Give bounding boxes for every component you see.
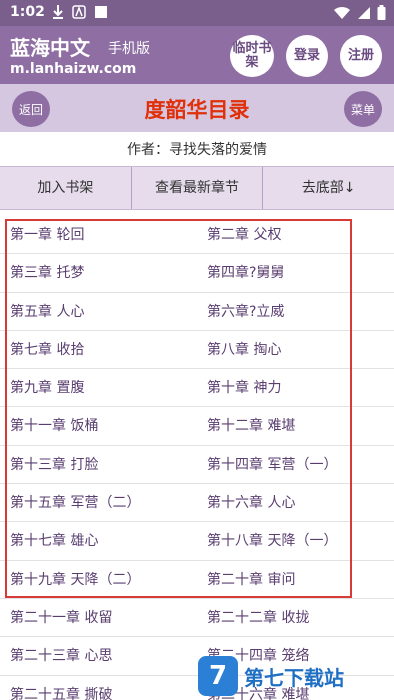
watermark-logo: 7 [198, 656, 238, 696]
chapter-link[interactable]: 第十二章 难堪 [197, 407, 394, 444]
chapter-link[interactable]: 第十五章 军营（二） [0, 484, 197, 521]
chapter-row: 第十五章 军营（二） 第十六章 人心 [0, 484, 394, 523]
download-icon [52, 5, 64, 23]
site-name[interactable]: 蓝海中文 [10, 32, 90, 61]
chapter-link[interactable]: 第二十章 审问 [197, 561, 394, 598]
watermark: 7 第七下载站 [198, 652, 394, 700]
chapter-link[interactable]: 第十九章 天降（二） [0, 561, 197, 598]
chapter-link[interactable]: 第十三章 打脸 [0, 446, 197, 483]
status-bar: 1:02 [0, 0, 394, 26]
latest-chapter-button[interactable]: 查看最新章节 [132, 167, 264, 209]
site-header: 蓝海中文 手机版 m.lanhaizw.com 临时书架 登录 注册 [0, 26, 394, 84]
add-to-shelf-button[interactable]: 加入书架 [0, 167, 132, 209]
chapter-link[interactable]: 第二十二章 收拢 [197, 599, 394, 636]
page-title: 度韶华目录 [144, 98, 250, 122]
watermark-text: 第七下载站 [244, 665, 344, 690]
chapter-link[interactable]: 第二十五章 撕破 [0, 676, 197, 700]
chapter-row: 第三章 托梦 第四章?舅舅 [0, 254, 394, 293]
chapter-link[interactable]: 第十一章 饭桶 [0, 407, 197, 444]
signal-icon [357, 6, 371, 24]
chapter-link[interactable]: 第十七章 雄心 [0, 522, 197, 559]
chapter-row: 第一章 轮回 第二章 父权 [0, 216, 394, 255]
chapter-link[interactable]: 第二章 父权 [197, 216, 394, 253]
wifi-icon [333, 6, 351, 24]
chapter-row: 第二十一章 收留 第二十二章 收拢 [0, 599, 394, 638]
site-url: m.lanhaizw.com [10, 61, 137, 77]
battery-icon [377, 5, 386, 24]
chapter-link[interactable]: 第十八章 天降（一） [197, 522, 394, 559]
title-bar: 返回 度韶华目录 菜单 [0, 84, 394, 132]
chapter-link[interactable]: 第十章 神力 [197, 369, 394, 406]
chapter-row: 第九章 置腹 第十章 神力 [0, 369, 394, 408]
chapter-link[interactable]: 第二十一章 收留 [0, 599, 197, 636]
chapter-link[interactable]: 第四章?舅舅 [197, 254, 394, 291]
status-time: 1:02 [10, 4, 45, 20]
chapter-link[interactable]: 第六章?立威 [197, 293, 394, 330]
temp-bookshelf-button[interactable]: 临时书架 [230, 35, 274, 77]
login-button[interactable]: 登录 [286, 35, 328, 77]
square-notification-icon [94, 5, 108, 23]
chapter-link[interactable]: 第十四章 军营（一） [197, 446, 394, 483]
app-notification-icon [72, 5, 86, 23]
chapter-row: 第十九章 天降（二） 第二十章 审问 [0, 561, 394, 599]
go-bottom-button[interactable]: 去底部↓ [263, 167, 394, 209]
chapter-row: 第七章 收拾 第八章 掏心 [0, 331, 394, 370]
chapter-row: 第十三章 打脸 第十四章 军营（一） [0, 446, 394, 485]
chapter-row: 第十七章 雄心 第十八章 天降（一） [0, 522, 394, 561]
chapter-row: 第十一章 饭桶 第十二章 难堪 [0, 407, 394, 446]
menu-button[interactable]: 菜单 [344, 91, 382, 127]
chapter-list: 第一章 轮回 第二章 父权 第三章 托梦 第四章?舅舅 第五章 人心 第六章?立威 第… [0, 216, 394, 700]
chapter-link[interactable]: 第一章 轮回 [0, 216, 197, 253]
chapter-link[interactable]: 第七章 收拾 [0, 331, 197, 368]
site-subtitle: 手机版 [108, 41, 150, 57]
chapter-link[interactable]: 第八章 掏心 [197, 331, 394, 368]
chapter-row: 第五章 人心 第六章?立威 [0, 293, 394, 331]
chapter-link[interactable]: 第二十三章 心思 [0, 637, 197, 674]
chapter-link[interactable]: 第五章 人心 [0, 293, 197, 330]
author-line: 作者：寻找失落的爱情 [127, 142, 267, 158]
chapter-link[interactable]: 第九章 置腹 [0, 369, 197, 406]
chapter-link[interactable]: 第十六章 人心 [197, 484, 394, 521]
chapter-link[interactable]: 第三章 托梦 [0, 254, 197, 291]
register-button[interactable]: 注册 [340, 35, 382, 77]
action-bar: 加入书架 查看最新章节 去底部↓ [0, 166, 394, 210]
